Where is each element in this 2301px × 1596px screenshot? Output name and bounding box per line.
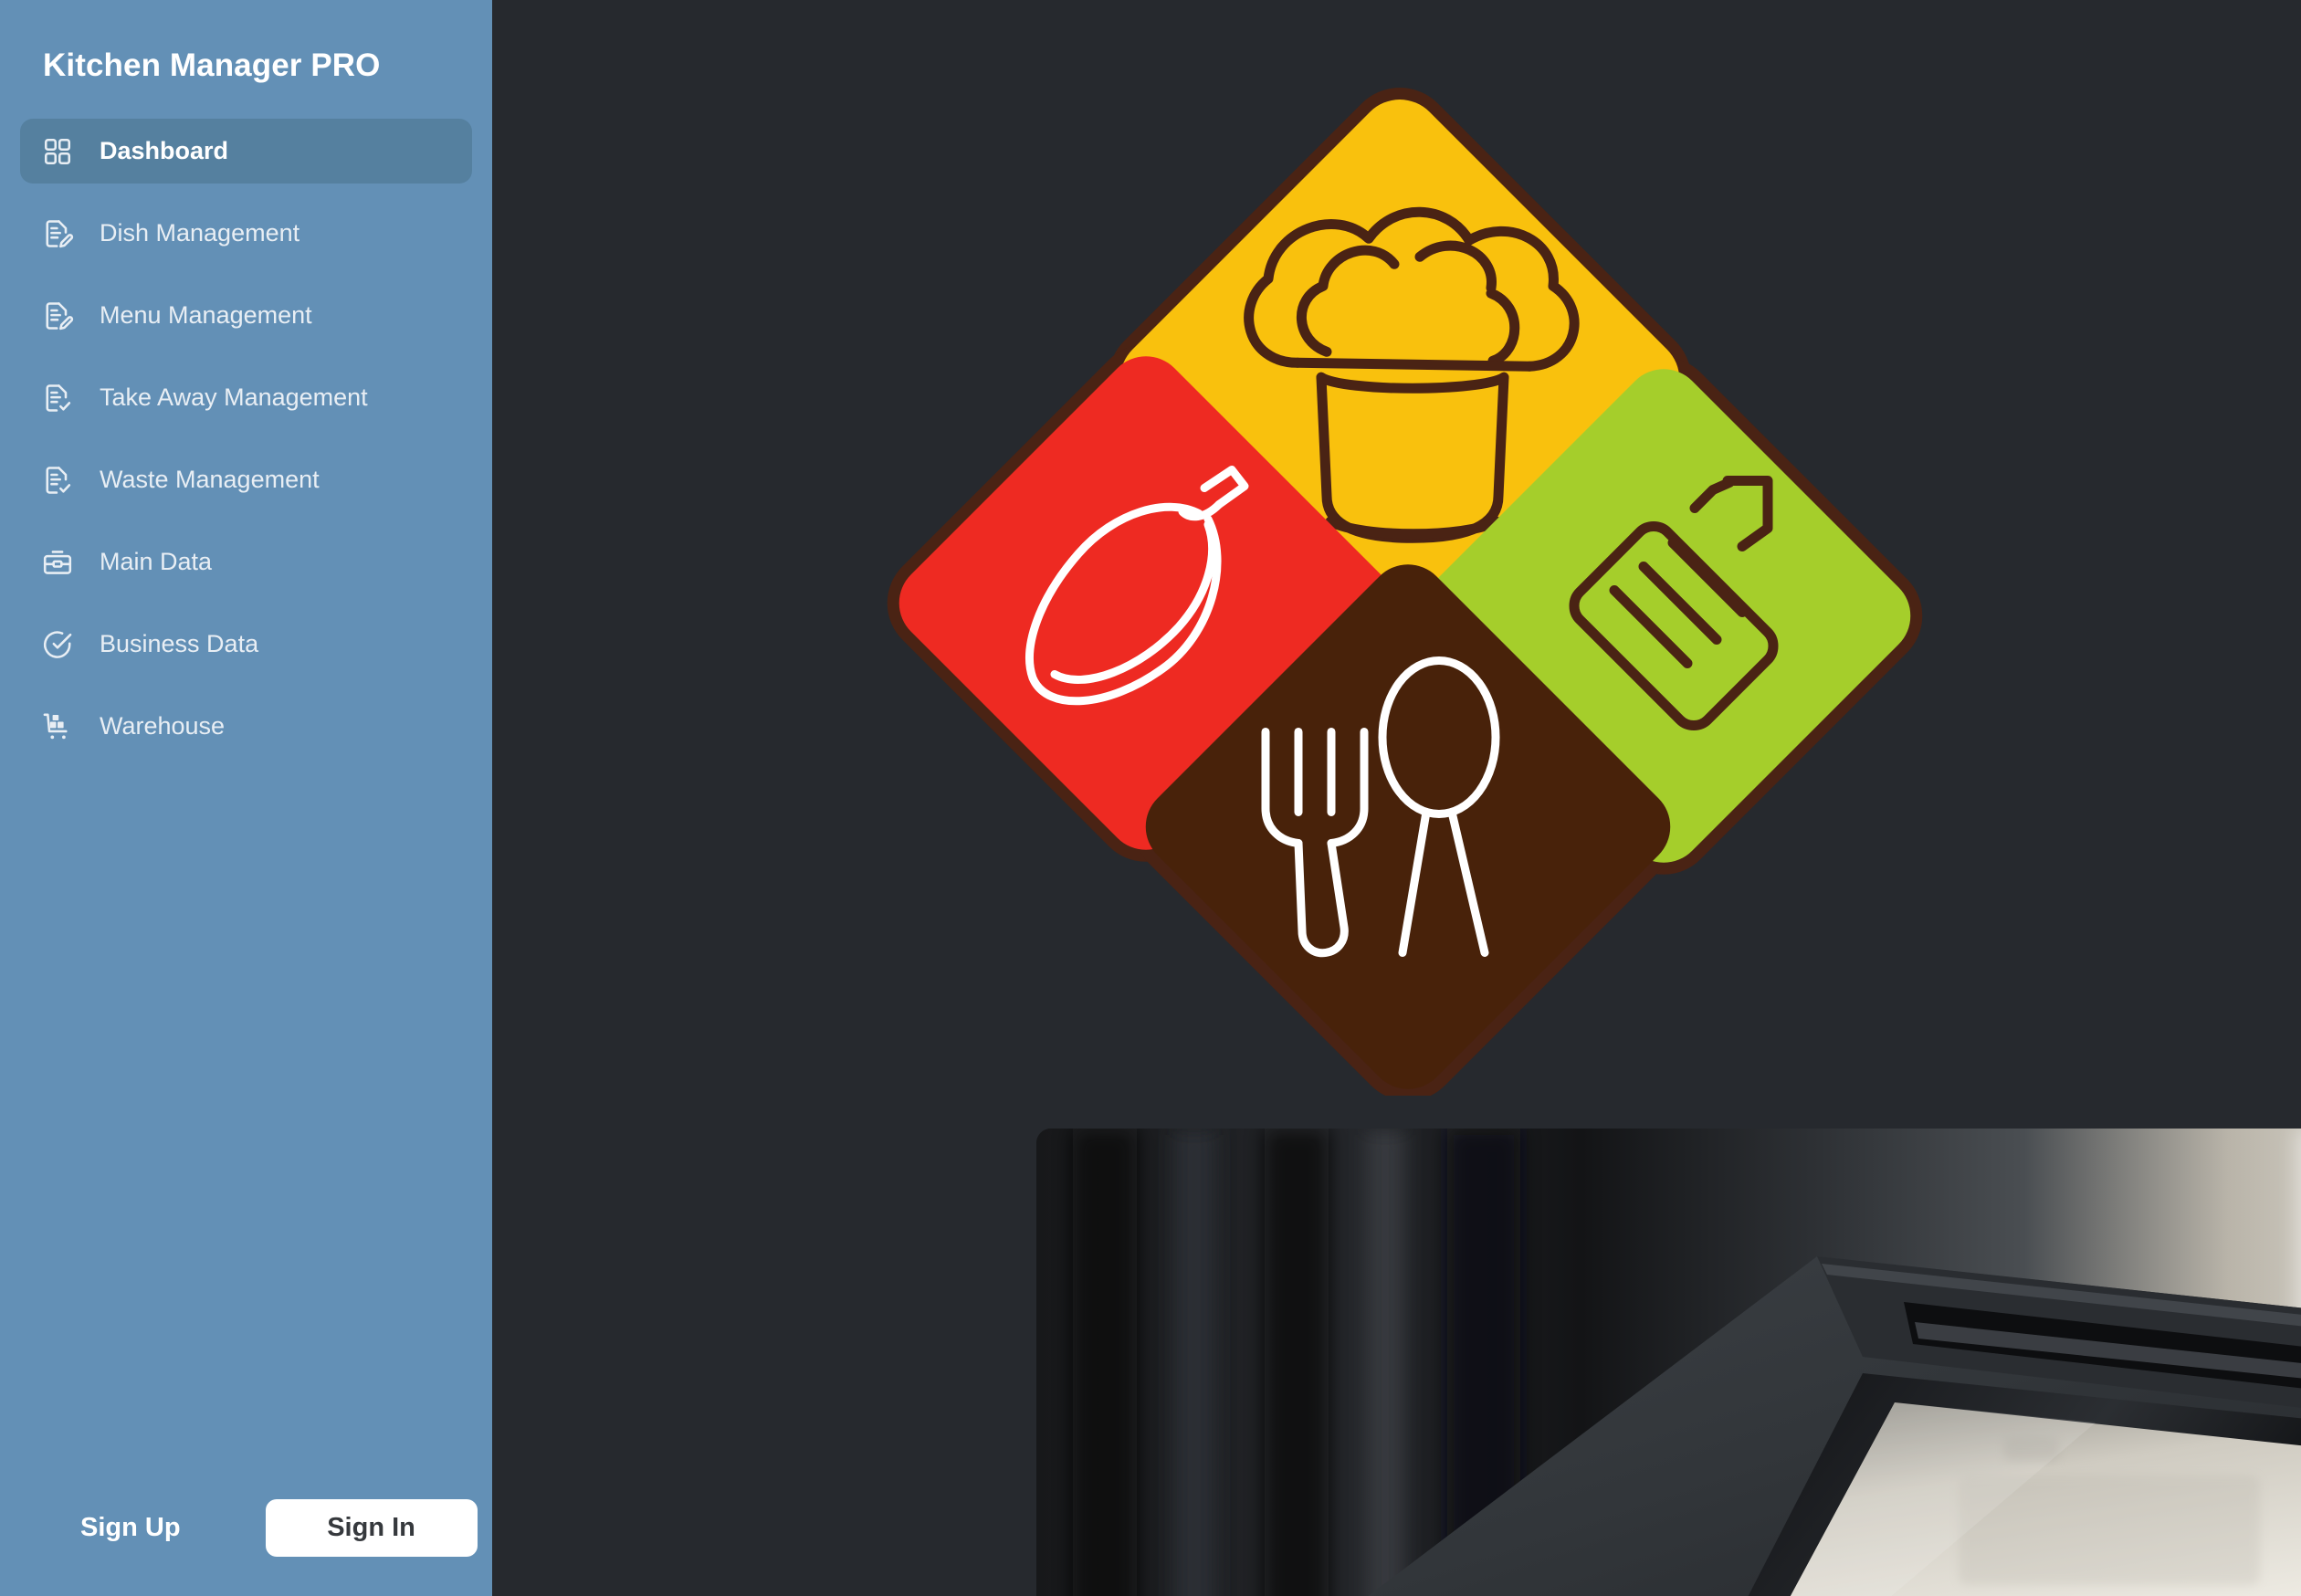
sidebar-item-take-away-management[interactable]: Take Away Management [20,365,472,430]
sidebar-item-waste-management[interactable]: Waste Management [20,447,472,512]
grid-icon [41,135,74,168]
sidebar-item-label: Take Away Management [100,383,368,411]
app-root: Kitchen Manager PRO Dashboard Dish Manag… [0,0,2301,1596]
auth-actions: Sign Up Sign In [0,1459,492,1596]
sidebar-item-label: Warehouse [100,712,226,740]
sidebar-nav: Dashboard Dish Management Menu Managemen… [0,119,492,776]
document-pencil-icon [41,217,74,250]
sidebar-item-label: Dashboard [100,137,229,164]
sidebar: Kitchen Manager PRO Dashboard Dish Manag… [0,0,492,1596]
document-check-icon [41,464,74,497]
sidebar-item-label: Menu Management [100,301,312,329]
circle-check-icon [41,628,74,661]
pos-terminal-photo [1036,1129,2301,1596]
warehouse-cart-icon [41,710,74,743]
document-pencil-icon [41,299,74,332]
sidebar-item-menu-management[interactable]: Menu Management [20,283,472,348]
sidebar-item-label: Main Data [100,548,213,575]
briefcase-icon [41,546,74,579]
kitchen-manager-logo [867,18,1927,1096]
document-check-icon [41,382,74,415]
sidebar-item-warehouse[interactable]: Warehouse [20,694,472,759]
main-content [492,0,2301,1596]
sidebar-item-label: Dish Management [100,219,300,247]
sidebar-item-label: Waste Management [100,466,320,493]
sidebar-item-main-data[interactable]: Main Data [20,530,472,594]
sign-up-button[interactable]: Sign Up [80,1513,181,1543]
app-title: Kitchen Manager PRO [43,47,381,83]
sidebar-item-dish-management[interactable]: Dish Management [20,201,472,266]
sidebar-item-label: Business Data [100,630,259,657]
sign-in-button[interactable]: Sign In [265,1498,478,1557]
sidebar-item-dashboard[interactable]: Dashboard [20,119,472,184]
sidebar-item-business-data[interactable]: Business Data [20,612,472,677]
